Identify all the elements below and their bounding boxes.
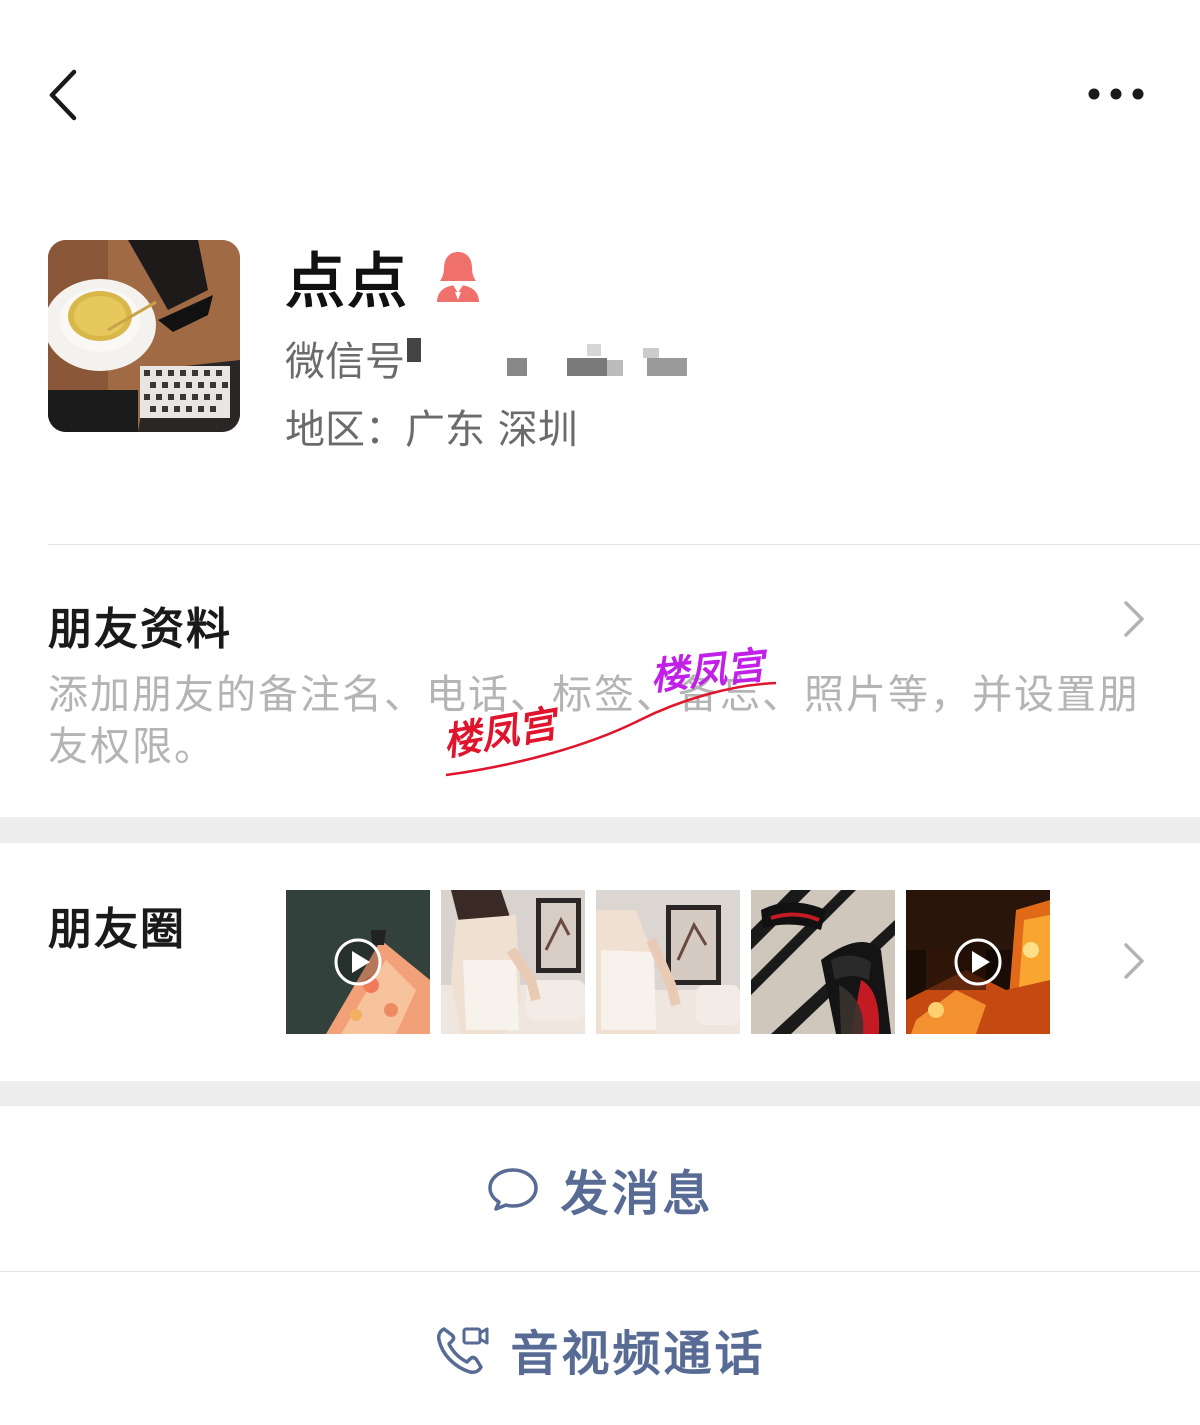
profile-section: 点点 微信号 地区： 广东 深圳	[0, 190, 1200, 545]
wechat-id-redacted	[407, 338, 697, 378]
moment-thumbnail[interactable]	[751, 890, 895, 1034]
moment-thumbnail[interactable]	[906, 890, 1050, 1034]
top-bar	[0, 0, 1200, 190]
chevron-left-icon	[49, 69, 77, 121]
region-row: 地区： 广东 深圳	[285, 398, 578, 454]
chat-bubble-icon	[488, 1167, 539, 1211]
moment-thumbnail[interactable]	[596, 890, 740, 1034]
moments-title: 朋友圈	[48, 904, 186, 955]
send-message-button[interactable]: 发消息	[0, 1106, 1200, 1271]
avatar[interactable]	[48, 240, 240, 432]
friend-info-title: 朋友资料	[48, 604, 232, 655]
region-value: 广东 深圳	[405, 407, 578, 453]
wechat-id-row: 微信号	[285, 330, 697, 386]
watermark-underline	[445, 681, 777, 777]
nickname: 点点	[285, 246, 409, 317]
more-button[interactable]	[1080, 70, 1150, 120]
send-message-label: 发消息	[560, 1165, 714, 1222]
moments-row[interactable]: 朋友圈	[0, 843, 1200, 1081]
section-gap	[0, 1081, 1200, 1106]
video-call-icon	[437, 1326, 489, 1374]
region-label: 地区：	[285, 407, 405, 453]
av-call-label: 音视频通话	[510, 1325, 766, 1382]
chevron-right-icon	[1124, 943, 1144, 979]
name-row: 点点	[285, 236, 483, 317]
female-user-icon	[437, 252, 479, 302]
moment-thumbnail[interactable]	[441, 890, 585, 1034]
wechat-id-label: 微信号	[285, 339, 405, 385]
moments-thumbnails	[286, 890, 1050, 1034]
section-gap	[0, 817, 1200, 843]
av-call-button[interactable]: 音视频通话	[0, 1272, 1200, 1425]
back-button[interactable]	[40, 60, 100, 130]
more-horizontal-icon	[1088, 88, 1144, 100]
moment-thumbnail[interactable]	[286, 890, 430, 1034]
chevron-right-icon	[1124, 601, 1144, 637]
